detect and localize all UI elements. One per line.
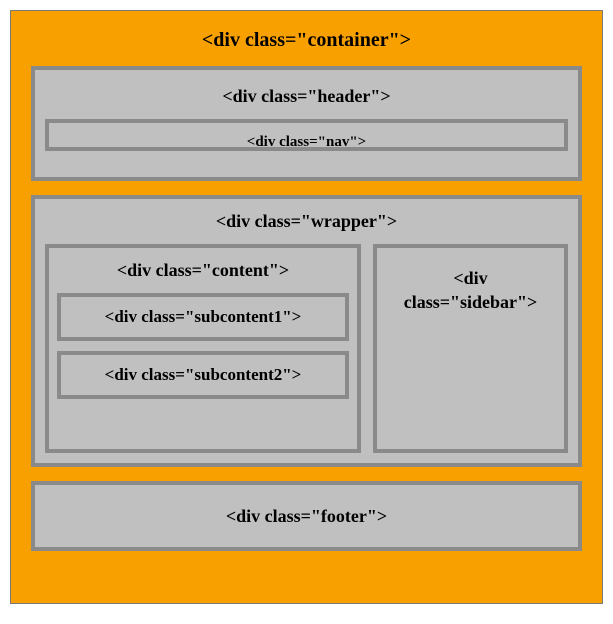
subcontent2-label: <div class="subcontent2"> — [105, 365, 302, 385]
header-box: <div class="header"> <div class="nav"> — [31, 66, 582, 181]
header-label: <div class="header"> — [45, 76, 568, 119]
sidebar-label: <div class="sidebar"> — [404, 260, 538, 327]
footer-box: <div class="footer"> — [31, 481, 582, 551]
wrapper-box: <div class="wrapper"> <div class="conten… — [31, 195, 582, 467]
sidebar-label-line1: <div — [453, 268, 487, 288]
footer-label: <div class="footer"> — [226, 506, 387, 527]
container-label: <div class="container"> — [31, 19, 582, 66]
sidebar-label-line2: class="sidebar"> — [404, 292, 538, 312]
nav-box: <div class="nav"> — [45, 119, 568, 151]
nav-label: <div class="nav"> — [247, 135, 366, 150]
content-box: <div class="content"> <div class="subcon… — [45, 244, 361, 453]
subcontent1-label: <div class="subcontent1"> — [105, 307, 302, 327]
wrapper-row: <div class="content"> <div class="subcon… — [45, 244, 568, 453]
subcontent1-box: <div class="subcontent1"> — [57, 293, 349, 341]
sidebar-box: <div class="sidebar"> — [373, 244, 568, 453]
wrapper-label: <div class="wrapper"> — [45, 205, 568, 244]
subcontent2-box: <div class="subcontent2"> — [57, 351, 349, 399]
container-box: <div class="container"> <div class="head… — [10, 10, 603, 604]
content-label: <div class="content"> — [57, 254, 349, 293]
